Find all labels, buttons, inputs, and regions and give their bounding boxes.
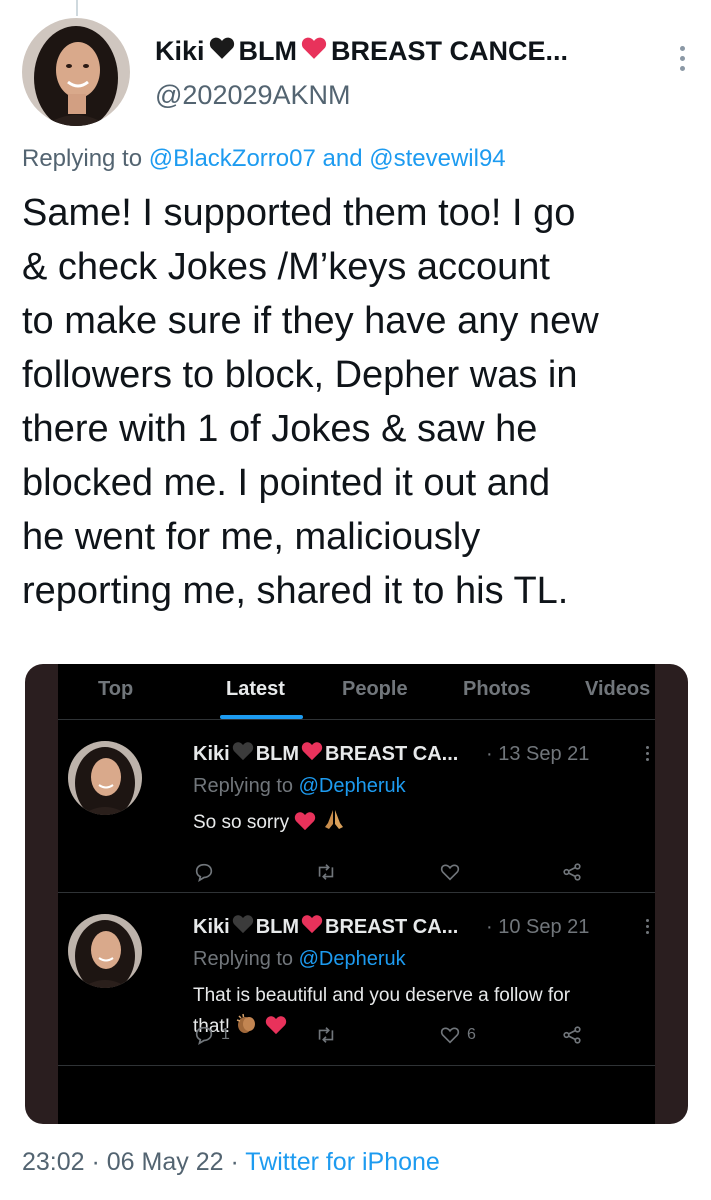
black-heart-icon — [209, 36, 235, 67]
reply-user-link-2[interactable]: @stevewil94 — [369, 145, 505, 172]
tweet-source-link[interactable]: Twitter for iPhone — [245, 1148, 440, 1176]
embedded-name-first: Kiki — [193, 742, 230, 765]
reply-icon — [193, 861, 221, 883]
author-handle[interactable]: @202029AKNM — [155, 80, 351, 111]
tab-photos: Photos — [463, 678, 531, 700]
screenshot-content: Top Latest People Photos Videos Kiki BLM… — [58, 664, 655, 1124]
embedded-tweet: Kiki BLM BREAST CA... · 13 Sep 21 Replyi… — [58, 721, 655, 893]
attached-screenshot[interactable]: Top Latest People Photos Videos Kiki BLM… — [25, 664, 688, 1124]
embedded-replying-to: Replying to @Depheruk — [193, 948, 406, 971]
tweet-line: & check Jokes /M’keys account — [22, 246, 550, 288]
tab-people: People — [342, 678, 408, 700]
embedded-name-rest: BREAST CA... — [325, 742, 459, 765]
reply-conjunction[interactable]: and — [323, 145, 363, 172]
tweet-line: there with 1 of Jokes & saw he — [22, 408, 538, 450]
author-name-rest: BREAST CANCE... — [331, 36, 569, 66]
tab-latest: Latest — [226, 678, 285, 700]
author-name-blm: BLM — [238, 36, 298, 66]
embedded-display-name: Kiki BLM BREAST CA... — [193, 741, 458, 767]
more-options-icon — [644, 916, 650, 936]
retweet-icon — [315, 861, 337, 883]
tweet-line: reporting me, shared it to his TL. — [22, 570, 569, 612]
embedded-replying-to: Replying to @Depheruk — [193, 775, 406, 798]
author-name-first: Kiki — [155, 36, 205, 66]
embedded-reply-prefix: Replying to — [193, 775, 294, 797]
embedded-tweet: Kiki BLM BREAST CA... · 10 Sep 21 Replyi… — [58, 894, 655, 1066]
meta-separator: · — [223, 1148, 246, 1176]
embedded-date: · 13 Sep 21 — [486, 743, 590, 765]
tweet-line: followers to block, Depher was in — [22, 354, 578, 396]
embedded-tweet-text: So so sorry — [193, 807, 653, 838]
embedded-body-line: That is beautiful and you deserve a foll… — [193, 985, 571, 1006]
thread-connector-line — [76, 0, 78, 16]
black-heart-icon — [232, 914, 254, 940]
praying-hands-icon — [322, 810, 346, 833]
embedded-name-blm: BLM — [255, 915, 300, 938]
tweet-line: to make sure if they have any new — [22, 300, 599, 342]
red-heart-icon — [294, 812, 316, 833]
author-avatar[interactable] — [22, 18, 130, 126]
tweet-header: Kiki BLM BREAST CANCE... @202029AKNM — [22, 18, 692, 128]
embedded-reply-user: @Depheruk — [298, 948, 406, 970]
embedded-name-blm: BLM — [255, 742, 300, 765]
search-tabs: Top Latest People Photos Videos — [58, 664, 655, 720]
embedded-display-name: Kiki BLM BREAST CA... — [193, 914, 458, 940]
embedded-avatar — [68, 741, 142, 815]
tweet-text: Same! I supported them too! I go & check… — [22, 186, 692, 618]
reply-count: 1 — [221, 1026, 230, 1043]
meta-separator: · — [84, 1148, 107, 1176]
tweet-meta-footer: 23:02 · 06 May 22 · Twitter for iPhone — [22, 1148, 440, 1177]
embedded-action-bar — [193, 861, 593, 887]
like-icon — [439, 861, 467, 883]
retweet-icon — [315, 1024, 337, 1046]
red-heart-icon — [301, 914, 323, 940]
tweet-date[interactable]: 06 May 22 — [107, 1148, 224, 1176]
embedded-name-first: Kiki — [193, 915, 230, 938]
embedded-avatar — [68, 914, 142, 988]
tweet-line: blocked me. I pointed it out and — [22, 462, 551, 504]
tweet-time[interactable]: 23:02 — [22, 1148, 85, 1176]
embedded-reply-prefix: Replying to — [193, 948, 294, 970]
red-heart-icon — [301, 741, 323, 767]
active-tab-indicator — [220, 715, 303, 719]
more-options-icon — [644, 743, 650, 763]
embedded-name-rest: BREAST CA... — [325, 915, 459, 938]
reply-icon: 1 — [193, 1024, 230, 1046]
embedded-reply-user: @Depheruk — [298, 775, 406, 797]
tab-videos: Videos — [585, 678, 651, 700]
author-display-name[interactable]: Kiki BLM BREAST CANCE... — [155, 36, 568, 67]
tab-top: Top — [98, 678, 134, 700]
like-count: 6 — [467, 1026, 476, 1043]
tweet-line: he went for me, maliciously — [22, 516, 481, 558]
replying-to-line: Replying to @BlackZorro07 and @stevewil9… — [22, 145, 506, 173]
embedded-action-bar: 1 6 — [193, 1024, 593, 1050]
red-heart-icon — [301, 36, 327, 67]
black-heart-icon — [232, 741, 254, 767]
share-icon — [561, 861, 583, 883]
embedded-date: · 10 Sep 21 — [486, 916, 590, 938]
share-icon — [561, 1024, 583, 1046]
tweet-line: Same! I supported them too! I go — [22, 192, 576, 234]
like-icon: 6 — [439, 1024, 476, 1046]
more-options-icon[interactable] — [672, 38, 692, 78]
embedded-body-line: So so sorry — [193, 812, 290, 833]
replying-to-prefix: Replying to — [22, 145, 143, 172]
reply-user-link-1[interactable]: @BlackZorro07 — [149, 145, 316, 172]
